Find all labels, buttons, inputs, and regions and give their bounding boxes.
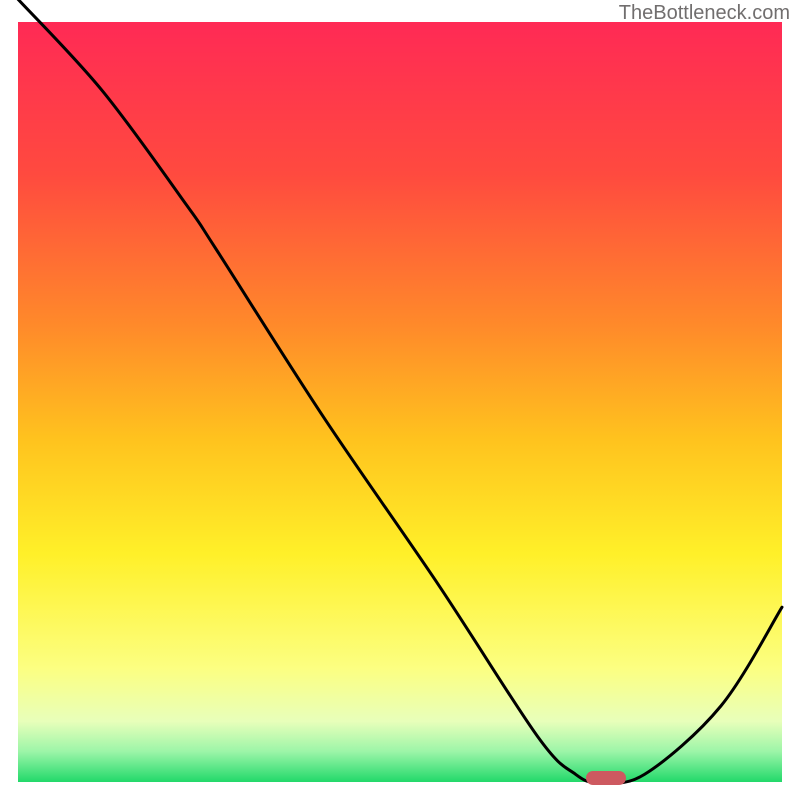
chart-plot-area [18,22,782,782]
optimal-point-marker [586,771,626,785]
chart-line-curve [18,22,782,782]
watermark-text: TheBottleneck.com [619,2,790,25]
